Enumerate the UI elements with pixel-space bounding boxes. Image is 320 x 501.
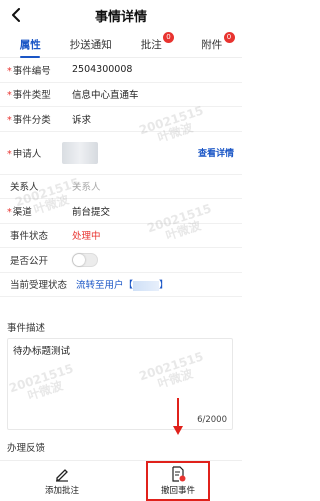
add-comment-button[interactable]: 添加批注 bbox=[32, 461, 92, 501]
pencil-icon bbox=[56, 469, 68, 482]
contact-input[interactable]: 关系人 bbox=[72, 179, 101, 193]
field-label: *申请人 bbox=[7, 148, 42, 160]
arrow-down-icon bbox=[173, 398, 183, 435]
field-event-type: *事件类型 信息中心直通车 bbox=[0, 83, 242, 107]
bottom-action-bar: 添加批注 撤回事件 bbox=[0, 460, 242, 501]
chevron-left-icon bbox=[12, 8, 20, 22]
view-details-link[interactable]: 查看详情 bbox=[198, 146, 234, 159]
field-channel: *渠道 前台提交 bbox=[0, 199, 242, 224]
count-badge: 0 bbox=[163, 32, 174, 43]
recall-event-button[interactable]: 撤回事件 bbox=[146, 461, 210, 501]
tab-bar: 属性 抄送通知 批注 0 附件 0 bbox=[0, 31, 242, 58]
description-textarea[interactable]: 待办标题测试 6/2000 bbox=[7, 338, 233, 430]
tab-attributes[interactable]: 属性 bbox=[0, 31, 61, 57]
field-value: 前台提交 bbox=[72, 206, 111, 218]
field-label: 是否公开 bbox=[10, 255, 49, 267]
toggle-knob bbox=[73, 253, 85, 266]
tab-attachments[interactable]: 附件 0 bbox=[182, 31, 243, 57]
field-label: *事件类型 bbox=[7, 90, 51, 102]
count-badge: 0 bbox=[223, 32, 235, 43]
description-section-title: 事件描述 bbox=[7, 323, 46, 334]
redacted-user bbox=[133, 280, 160, 291]
field-label: 关系人 bbox=[10, 182, 39, 194]
field-handler: 当前受理状态 流转至用户【】 bbox=[0, 273, 242, 297]
field-applicant: *申请人 查看详情 bbox=[0, 132, 242, 175]
public-toggle[interactable] bbox=[72, 252, 98, 267]
description-text: 待办标题测试 bbox=[13, 346, 71, 357]
field-event-category: *事件分类 诉求 bbox=[0, 107, 242, 132]
field-label: *事件编号 bbox=[7, 65, 51, 77]
field-value: 2504300008 bbox=[72, 64, 133, 76]
handler-value: 流转至用户【】 bbox=[76, 280, 169, 292]
back-button[interactable] bbox=[6, 4, 28, 26]
feedback-section-title: 办理反馈 bbox=[7, 443, 46, 454]
redacted-applicant bbox=[62, 141, 98, 164]
tab-label: 抄送通知 bbox=[69, 38, 112, 51]
tab-label: 属性 bbox=[19, 38, 41, 51]
app-header: 事情详情 bbox=[0, 0, 242, 30]
field-event-no: *事件编号 2504300008 bbox=[0, 58, 242, 83]
tab-comments[interactable]: 批注 0 bbox=[121, 31, 182, 57]
field-contact: 关系人 关系人 bbox=[0, 175, 242, 199]
field-label: *渠道 bbox=[7, 206, 32, 218]
field-status: 事件状态 处理中 bbox=[0, 224, 242, 248]
document-recall-icon bbox=[172, 466, 186, 482]
action-label: 添加批注 bbox=[44, 486, 79, 496]
tab-label: 附件 bbox=[201, 38, 223, 51]
field-label: 当前受理状态 bbox=[10, 280, 68, 292]
action-label: 撤回事件 bbox=[160, 486, 195, 496]
field-value: 诉求 bbox=[72, 114, 92, 126]
tab-label: 批注 bbox=[140, 38, 162, 51]
field-value: 信息中心直通车 bbox=[72, 90, 139, 102]
field-label: 事件状态 bbox=[10, 231, 49, 243]
field-label: *事件分类 bbox=[7, 114, 51, 126]
event-form: *事件编号 2504300008 *事件类型 信息中心直通车 *事件分类 诉求 … bbox=[0, 58, 242, 297]
page-title: 事情详情 bbox=[94, 9, 147, 25]
status-value: 处理中 bbox=[72, 231, 101, 243]
field-public: 是否公开 bbox=[0, 248, 242, 273]
tab-cc-notify[interactable]: 抄送通知 bbox=[61, 31, 122, 57]
char-count: 6/2000 bbox=[197, 415, 227, 425]
